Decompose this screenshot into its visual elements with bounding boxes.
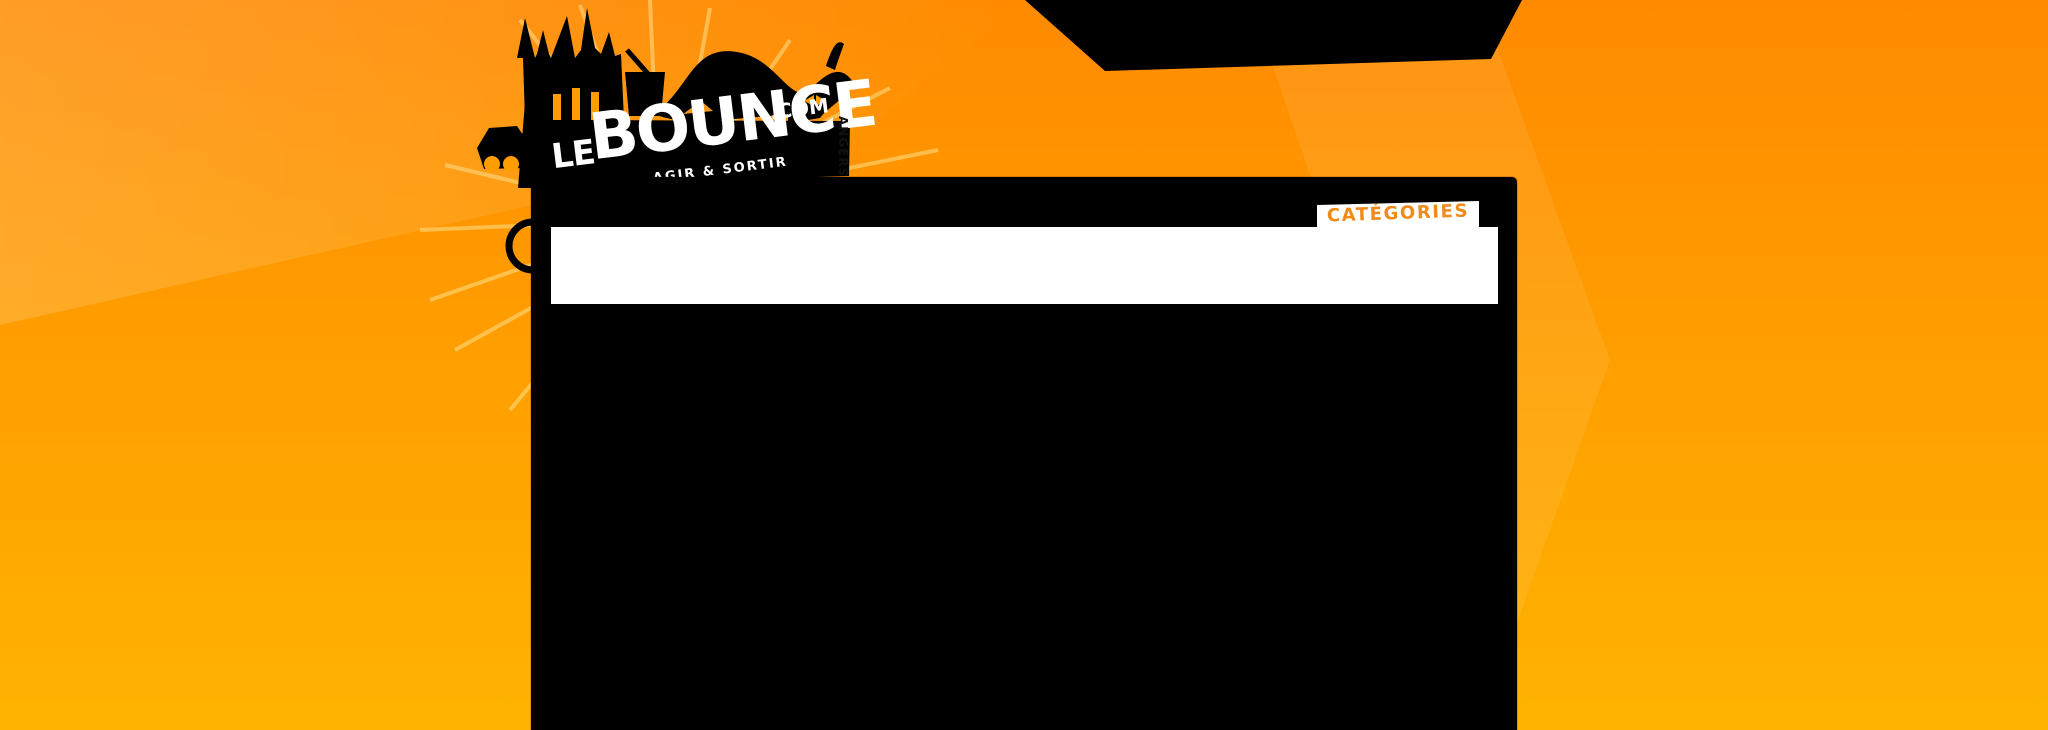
top-black-banner (1025, 0, 1522, 71)
categories-tab[interactable]: CATÉGORIES (1317, 201, 1479, 228)
categories-content (551, 227, 1498, 304)
drink-icon (625, 72, 665, 116)
categories-bar (551, 227, 1498, 304)
categories-title: CATÉGORIES (1326, 200, 1470, 227)
content-panel: CATÉGORIES (531, 177, 1517, 730)
